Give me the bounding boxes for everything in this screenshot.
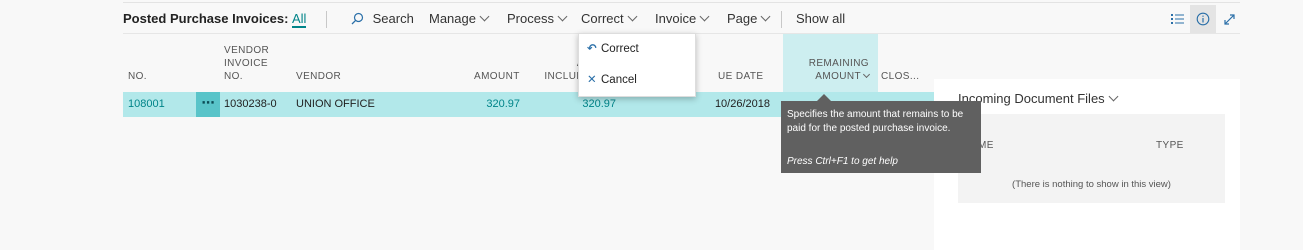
expand-icon[interactable]	[1216, 5, 1242, 33]
chevron-down-icon	[479, 11, 490, 22]
header-line: NO.	[224, 71, 243, 82]
chevron-down-icon	[862, 70, 871, 79]
chevron-down-icon	[627, 11, 638, 22]
header-vendor[interactable]: VENDOR	[296, 70, 341, 83]
page-label: Page	[727, 11, 758, 26]
row-vendor: UNION OFFICE	[296, 98, 375, 110]
correct-menu-button[interactable]: Correct	[581, 5, 638, 33]
header-line: AMOUNT	[815, 71, 861, 82]
row-amount[interactable]: 320.97	[468, 92, 520, 117]
divider	[781, 11, 782, 28]
row-no-link[interactable]: 108001	[128, 92, 165, 117]
process-label: Process	[507, 11, 554, 26]
incoming-documents-panel: ME TYPE (There is nothing to show in thi…	[958, 114, 1225, 203]
header-no[interactable]: NO.	[128, 70, 147, 83]
header-vendor-invoice-no[interactable]: VENDOR INVOICE NO.	[224, 44, 269, 83]
view-all-tab[interactable]: All	[292, 5, 307, 33]
chevron-down-icon	[1108, 91, 1119, 102]
invoice-menu-button[interactable]: Invoice	[655, 5, 710, 33]
action-bar: Posted Purchase Invoices: All Search Man…	[123, 5, 1240, 34]
header-line: INCLUD	[544, 71, 584, 82]
header-amount[interactable]: AMOUNT	[474, 70, 520, 83]
page-menu-button[interactable]: Page	[727, 5, 771, 33]
column-type: TYPE	[1156, 140, 1184, 151]
header-line: INVOICE	[224, 58, 268, 69]
cancel-x-icon: ✕	[587, 74, 597, 86]
header-line: A	[536, 57, 584, 70]
header-amount-including-vat[interactable]: A INCLUD	[536, 57, 584, 83]
menu-item-cancel[interactable]: ✕ Cancel	[587, 70, 637, 90]
chevron-down-icon	[557, 11, 568, 22]
manage-menu-button[interactable]: Manage	[429, 5, 490, 33]
factbox-title[interactable]: Incoming Document Files	[958, 91, 1119, 106]
page-title: Posted Purchase Invoices:	[123, 11, 289, 26]
search-icon	[351, 11, 368, 26]
chevron-down-icon	[760, 11, 771, 22]
info-icon[interactable]	[1190, 5, 1216, 33]
tooltip-help: Press Ctrl+F1 to get help	[787, 156, 898, 167]
correct-dropdown-menu: ↶ Correct ✕ Cancel	[578, 33, 696, 97]
tooltip: Specifies the amount that remains to be …	[781, 94, 981, 173]
menu-item-correct[interactable]: ↶ Correct	[587, 39, 639, 59]
undo-icon: ↶	[587, 43, 597, 55]
invoice-label: Invoice	[655, 11, 697, 26]
manage-label: Manage	[429, 11, 476, 26]
row-actions-button[interactable]: ⋯	[196, 92, 220, 117]
header-due-date[interactable]: UE DATE	[718, 70, 763, 83]
header-line: REMAINING	[808, 58, 869, 69]
show-all-button[interactable]: Show all	[796, 5, 845, 33]
divider	[326, 11, 327, 28]
empty-message: (There is nothing to show in this view)	[1012, 179, 1171, 190]
row-due-date: 10/26/2018	[714, 98, 770, 110]
list-view-icon[interactable]	[1164, 5, 1190, 33]
row-vendor-invoice-no: 1030238-0	[224, 98, 277, 110]
menu-item-label: Cancel	[601, 74, 637, 86]
process-menu-button[interactable]: Process	[507, 5, 568, 33]
search-label: Search	[372, 11, 414, 26]
tooltip-text: Specifies the amount that remains to be …	[787, 109, 964, 134]
correct-label: Correct	[581, 11, 624, 26]
top-divider	[123, 2, 1240, 3]
search-button[interactable]: Search	[351, 5, 414, 33]
menu-item-label: Correct	[601, 43, 639, 55]
chevron-down-icon	[699, 11, 710, 22]
header-closed[interactable]: CLOS...	[881, 70, 919, 83]
header-remaining-amount[interactable]: REMAINING AMOUNT	[805, 57, 871, 83]
header-line: VENDOR	[224, 45, 270, 56]
